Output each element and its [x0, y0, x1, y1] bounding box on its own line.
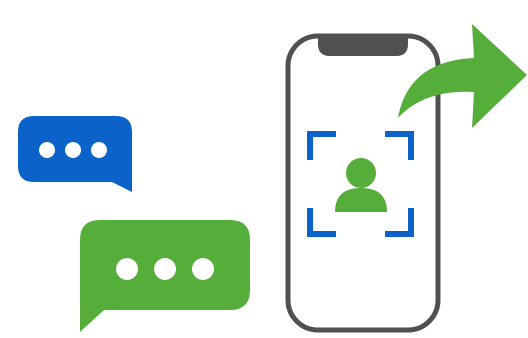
phone-notch — [318, 37, 408, 56]
person-head — [346, 158, 376, 188]
green-bubble-dot-1 — [116, 258, 138, 280]
blue-bubble-dot-2 — [65, 142, 81, 158]
blue-chat-bubble-icon — [18, 116, 132, 192]
blue-bubble-dot-1 — [39, 142, 55, 158]
blue-bubble-dot-3 — [91, 142, 107, 158]
green-chat-bubble-icon — [80, 220, 250, 332]
green-bubble-dot-2 — [154, 258, 176, 280]
share-contact-illustration — [18, 24, 527, 333]
green-bubble-dot-3 — [192, 258, 214, 280]
